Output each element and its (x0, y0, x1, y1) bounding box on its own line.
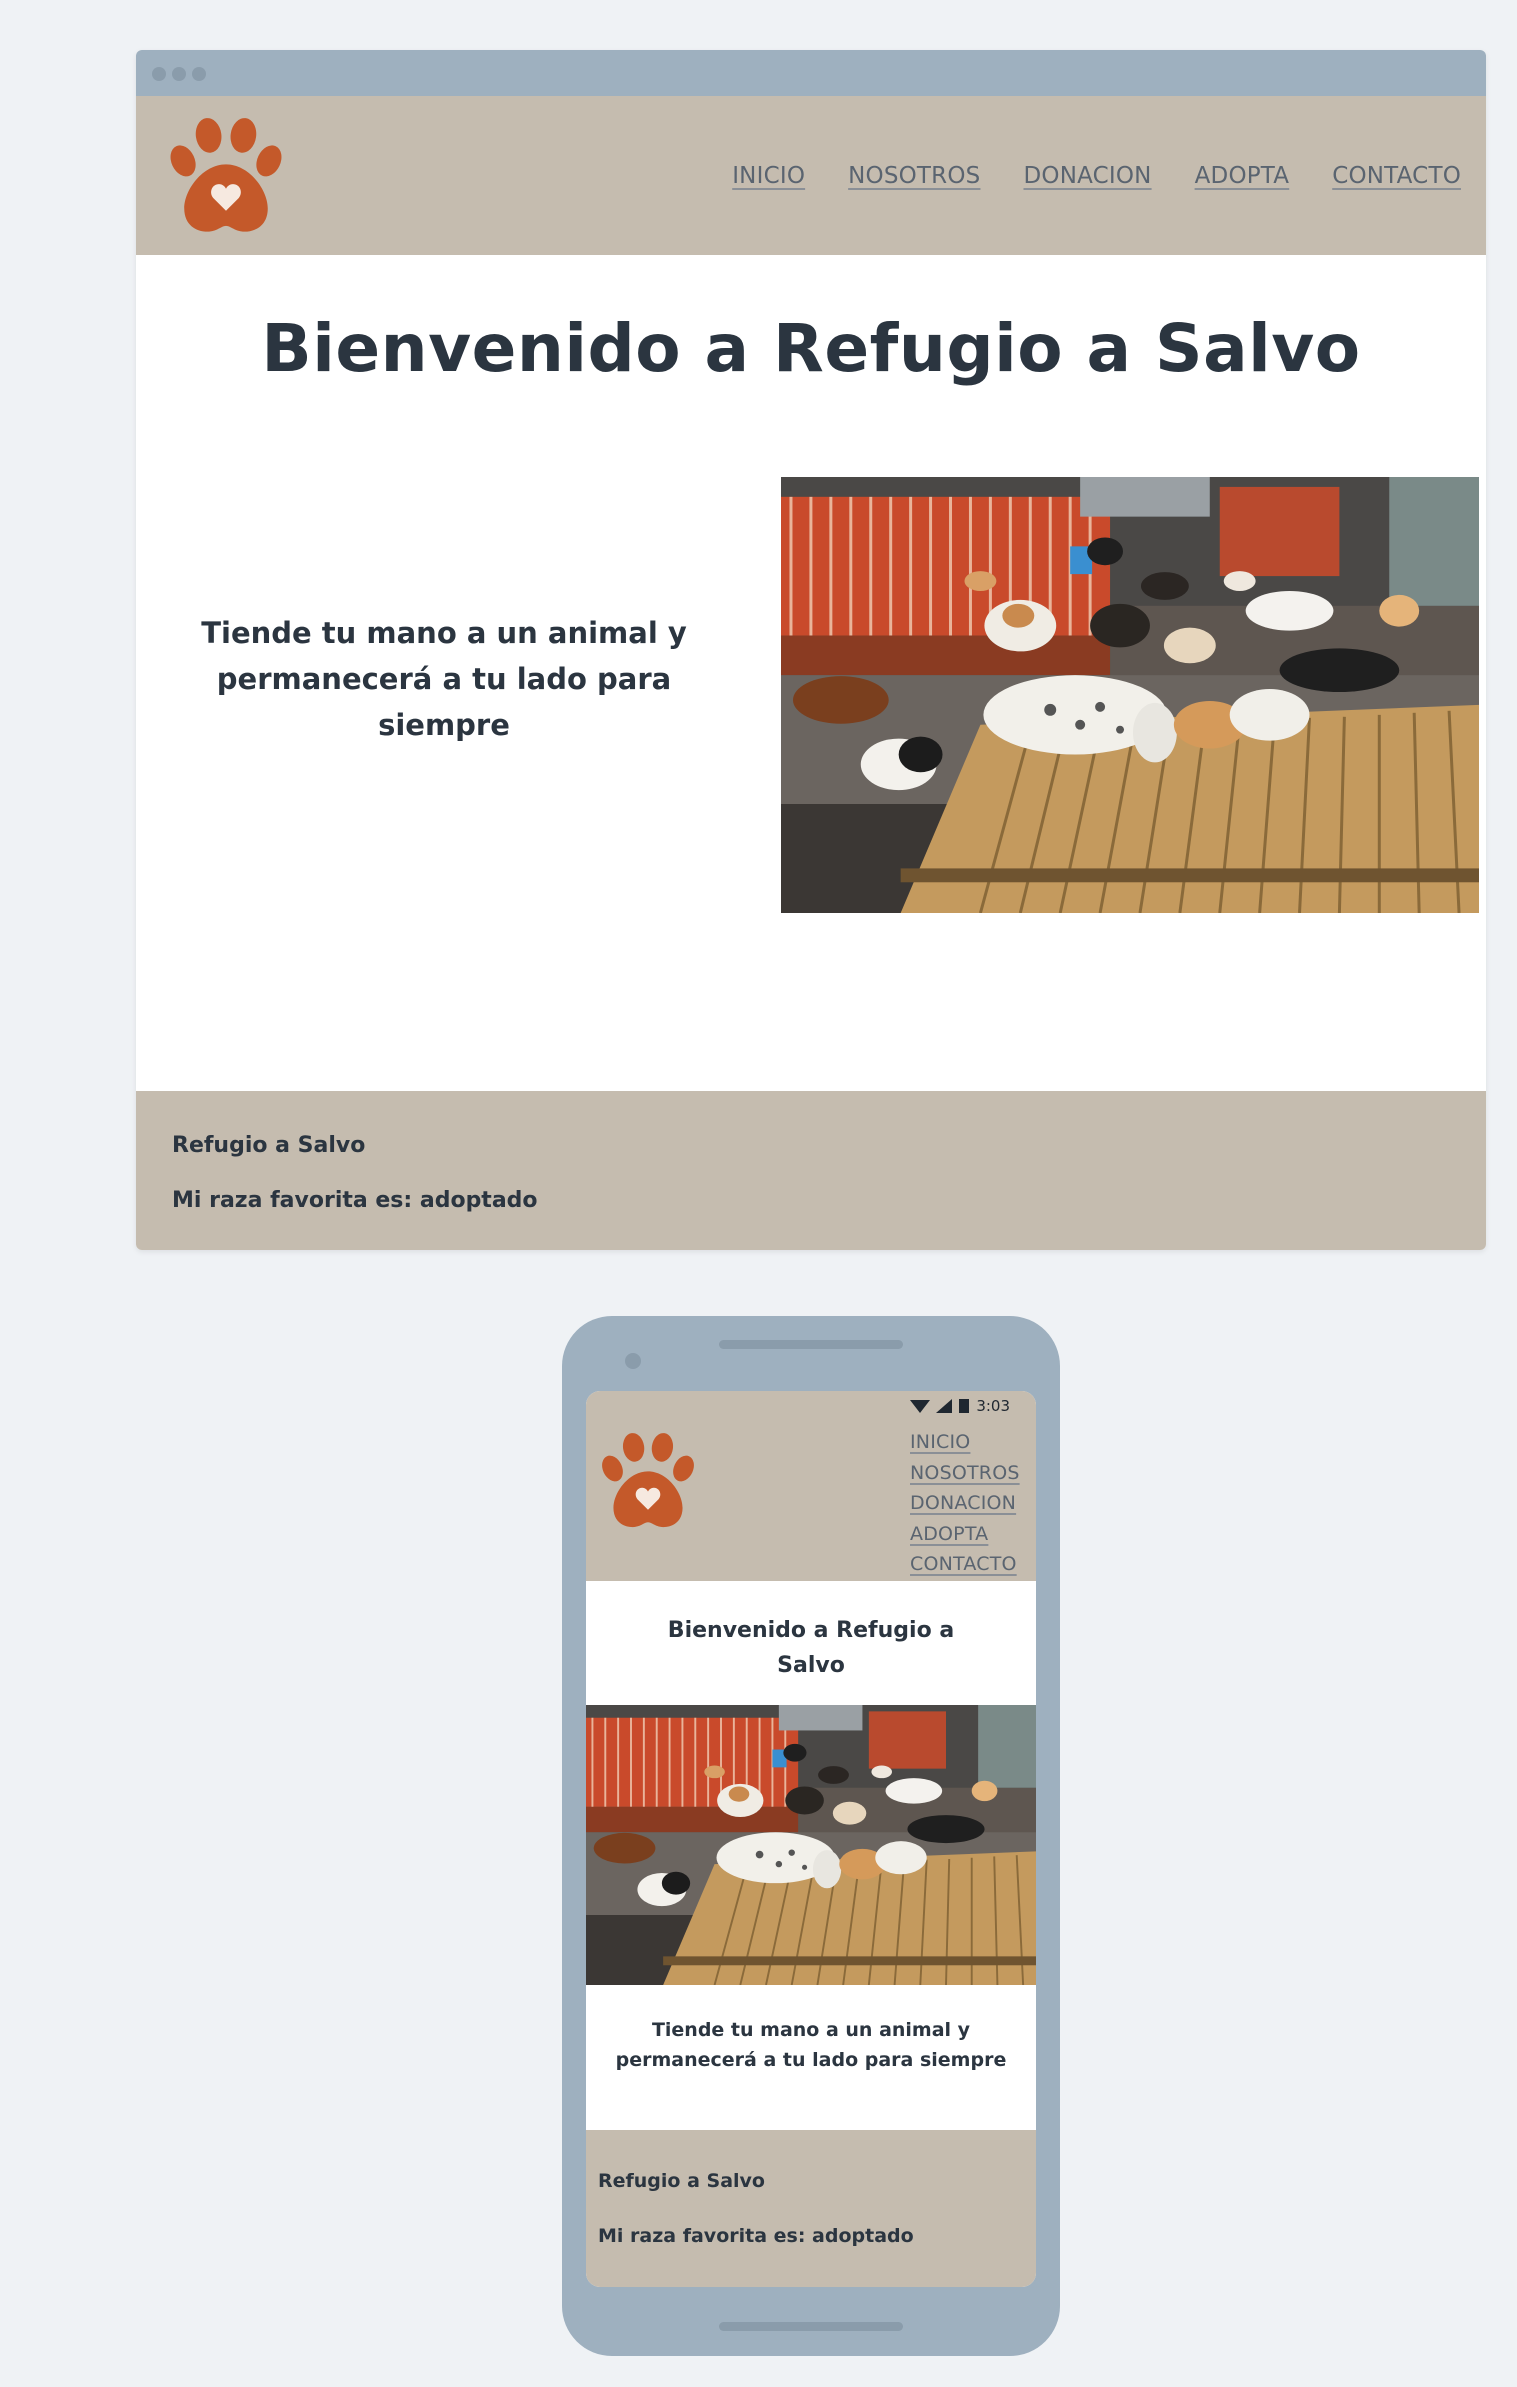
phone-camera-icon (625, 1353, 641, 1369)
nav-link-inicio[interactable]: INICIO (732, 163, 805, 189)
status-bar: 3:03 (910, 1395, 1010, 1417)
signal-icon (936, 1399, 953, 1413)
window-dot-icon (192, 67, 206, 81)
desktop-browser-window: INICIO NOSOTROS DONACION ADOPTA CONTACTO… (136, 50, 1486, 1250)
footer-name: Refugio a Salvo (172, 1133, 366, 1158)
phone-home-bar[interactable] (719, 2322, 903, 2331)
nav-link-nosotros[interactable]: NOSOTROS (848, 163, 980, 189)
footer-slogan: Mi raza favorita es: adoptado (598, 2225, 914, 2247)
window-dot-icon (172, 67, 186, 81)
footer-slogan: Mi raza favorita es: adoptado (172, 1188, 538, 1213)
paw-heart-icon[interactable] (600, 1433, 696, 1529)
battery-icon (959, 1399, 970, 1413)
site-footer: Refugio a Salvo Mi raza favorita es: ado… (136, 1091, 1486, 1250)
nav-link-nosotros[interactable]: NOSOTROS (910, 1458, 1020, 1489)
hero-tagline: Tiende tu mano a un animal y permanecerá… (615, 2019, 1007, 2071)
shelter-dogs-photo (586, 1705, 1036, 1985)
phone-screen: 3:03 INICIO NOSOTROS DONACION ADOPTA CON… (586, 1391, 1036, 2287)
footer-name: Refugio a Salvo (598, 2170, 765, 2192)
browser-title-bar (136, 50, 1486, 96)
nav-link-inicio[interactable]: INICIO (910, 1427, 1020, 1458)
wifi-icon (910, 1400, 931, 1413)
nav-link-donacion[interactable]: DONACION (1023, 163, 1151, 189)
phone-speaker (719, 1340, 903, 1349)
mobile-site-header: 3:03 INICIO NOSOTROS DONACION ADOPTA CON… (586, 1391, 1036, 1581)
mobile-site-footer: Refugio a Salvo Mi raza favorita es: ado… (586, 2130, 1036, 2287)
nav-link-adopta[interactable]: ADOPTA (1195, 163, 1290, 189)
nav-link-contacto[interactable]: CONTACTO (1332, 163, 1461, 189)
site-header: INICIO NOSOTROS DONACION ADOPTA CONTACTO (136, 96, 1486, 255)
nav-link-adopta[interactable]: ADOPTA (910, 1519, 1020, 1550)
page-title: Bienvenido a Refugio a Salvo (261, 310, 1361, 387)
nav-link-contacto[interactable]: CONTACTO (910, 1549, 1020, 1580)
status-time: 3:03 (976, 1397, 1010, 1415)
page-title: Bienvenido a Refugio a Salvo (667, 1618, 955, 1678)
main-nav: INICIO NOSOTROS DONACION ADOPTA CONTACTO (732, 96, 1461, 255)
phone-mockup: 3:03 INICIO NOSOTROS DONACION ADOPTA CON… (562, 1316, 1060, 2356)
paw-heart-icon[interactable] (168, 118, 284, 234)
nav-link-donacion[interactable]: DONACION (910, 1488, 1020, 1519)
shelter-dogs-photo (781, 477, 1479, 913)
window-dot-icon (152, 67, 166, 81)
mobile-nav: INICIO NOSOTROS DONACION ADOPTA CONTACTO (910, 1427, 1020, 1580)
hero-tagline: Tiende tu mano a un animal y permanecerá… (201, 616, 687, 742)
